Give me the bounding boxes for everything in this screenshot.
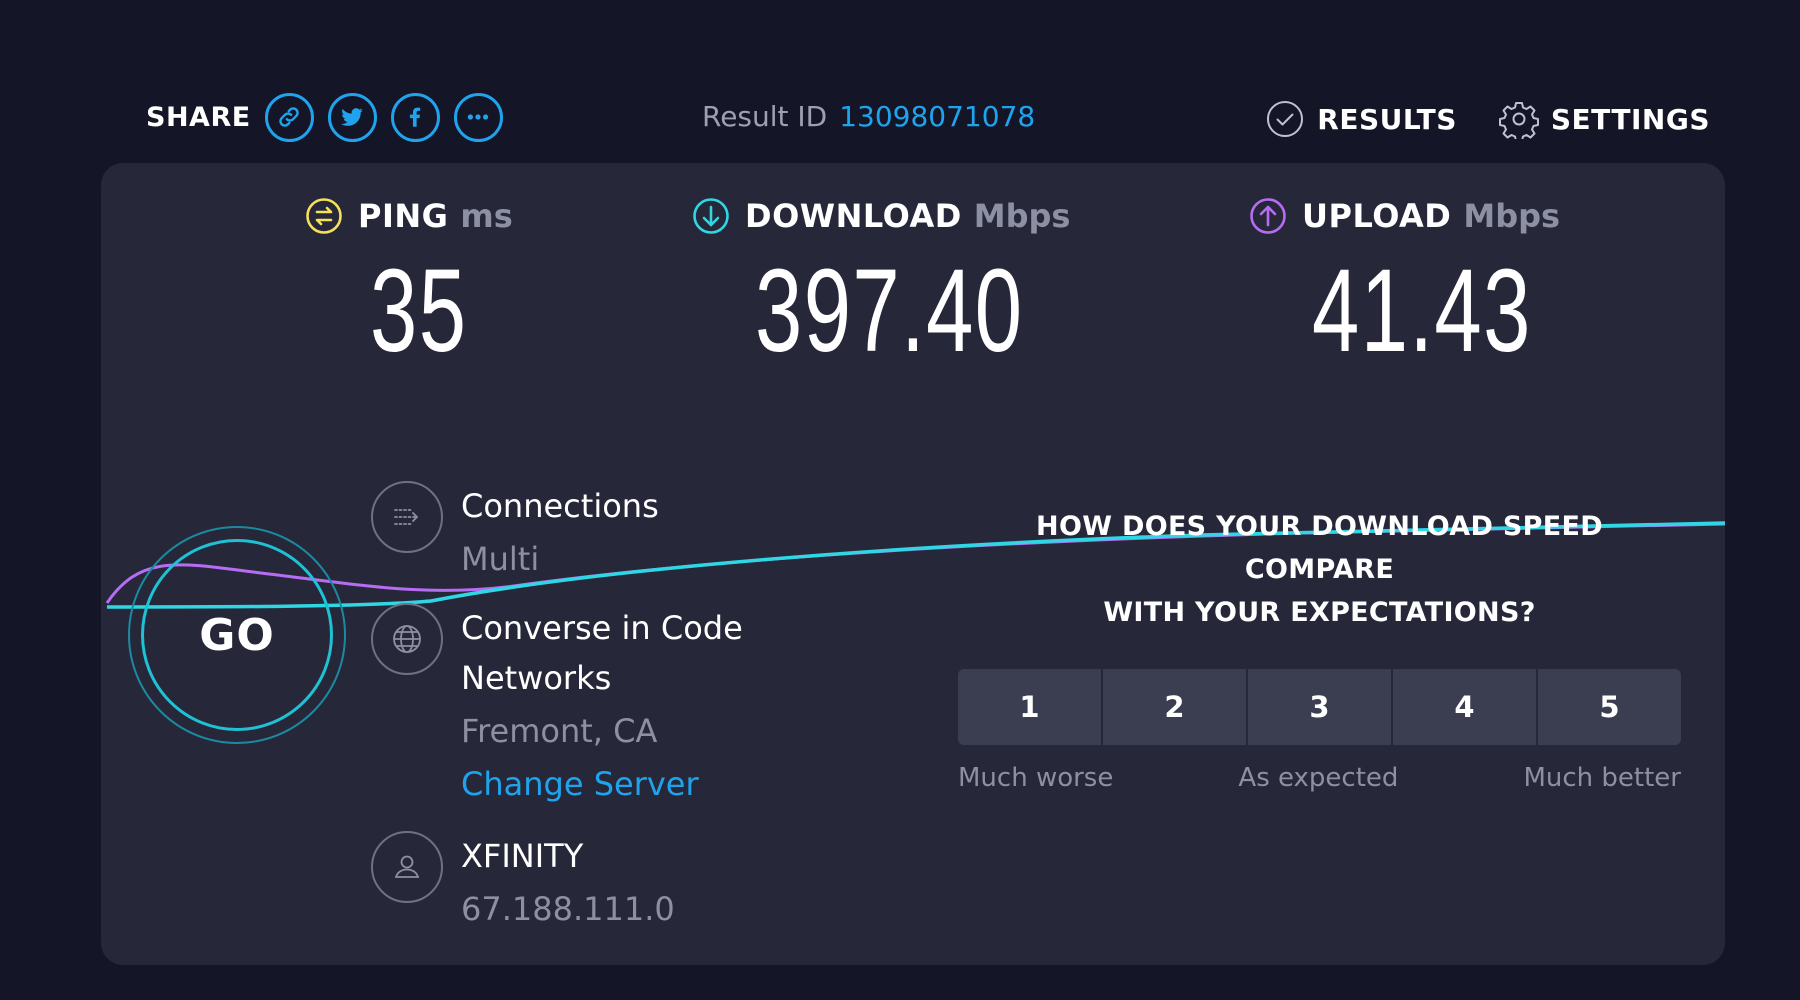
ping-metric: PING ms 35 <box>304 193 513 371</box>
expectation-survey: HOW DOES YOUR DOWNLOAD SPEED COMPARE WIT… <box>958 505 1681 793</box>
upload-value: 41.43 <box>1312 245 1532 377</box>
rating-scale: 1 2 3 4 5 <box>958 669 1681 745</box>
rating-option-3[interactable]: 3 <box>1246 669 1391 745</box>
isp-row: XFINITY 67.188.111.0 <box>371 831 675 937</box>
survey-question-line2: WITH YOUR EXPECTATIONS? <box>1103 597 1536 628</box>
share-facebook-button[interactable] <box>390 92 440 142</box>
scale-high-label: Much better <box>1523 763 1681 793</box>
ping-value: 35 <box>370 245 468 377</box>
upload-metric: UPLOAD Mbps 41.43 <box>1248 193 1617 371</box>
connections-icon-wrap[interactable] <box>371 481 443 553</box>
more-icon <box>468 114 489 120</box>
rating-scale-labels: Much worse As expected Much better <box>958 763 1681 793</box>
isp-ip: 67.188.111.0 <box>461 890 675 928</box>
server-name-line2: Networks <box>461 659 612 697</box>
connections-icon <box>394 509 419 525</box>
server-location: Fremont, CA <box>461 712 658 750</box>
results-label: RESULTS <box>1317 102 1457 136</box>
globe-icon <box>393 625 421 653</box>
survey-question-line1: HOW DOES YOUR DOWNLOAD SPEED COMPARE <box>1036 511 1603 585</box>
scale-mid-label: As expected <box>1238 763 1399 793</box>
rating-option-5[interactable]: 5 <box>1536 669 1681 745</box>
download-header: DOWNLOAD Mbps <box>691 193 1070 239</box>
settings-button[interactable]: SETTINGS <box>1498 99 1710 139</box>
scale-low-label: Much worse <box>958 763 1114 793</box>
ping-icon <box>306 198 342 234</box>
results-button[interactable]: RESULTS <box>1265 99 1457 139</box>
download-arrow-icon <box>693 198 729 234</box>
ping-unit: ms <box>460 197 513 235</box>
connections-title: Connections <box>461 487 659 525</box>
server-row: Converse in Code Networks Fremont, CA Ch… <box>371 603 743 809</box>
go-button[interactable]: GO <box>128 526 346 744</box>
connections-text: Connections Multi <box>461 481 659 587</box>
settings-label: SETTINGS <box>1550 102 1710 136</box>
results-panel: PING ms 35 DOWNLOAD Mbps 397.40 UPLOAD M <box>101 163 1725 965</box>
upload-arrow-icon <box>1250 198 1286 234</box>
change-server-link[interactable]: Change Server <box>461 759 743 809</box>
user-icon <box>394 855 420 878</box>
share-label: SHARE <box>146 101 251 133</box>
link-icon <box>279 107 299 127</box>
check-circle-icon <box>1267 101 1304 137</box>
result-id: Result ID 13098071078 <box>702 96 1035 136</box>
isp-name: XFINITY <box>461 837 584 875</box>
download-value: 397.40 <box>755 245 1024 377</box>
result-id-link[interactable]: 13098071078 <box>839 100 1035 133</box>
rating-option-2[interactable]: 2 <box>1101 669 1246 745</box>
share-link-button[interactable] <box>264 92 314 142</box>
facebook-icon <box>410 107 421 127</box>
server-icon-wrap <box>371 603 443 675</box>
gear-icon <box>1498 102 1539 139</box>
share-twitter-button[interactable] <box>327 92 377 142</box>
share-more-button[interactable] <box>453 92 503 142</box>
go-label: GO <box>199 609 275 661</box>
server-name-line1: Converse in Code <box>461 609 743 647</box>
download-label: DOWNLOAD <box>745 197 962 235</box>
twitter-icon <box>341 108 364 126</box>
rating-option-4[interactable]: 4 <box>1391 669 1536 745</box>
ping-header: PING ms <box>304 193 513 239</box>
isp-icon-wrap <box>371 831 443 903</box>
top-bar: SHARE Result ID 13098071078 RESULTS SETT… <box>0 0 1800 160</box>
server-text: Converse in Code Networks Fremont, CA Ch… <box>461 603 743 809</box>
connections-value: Multi <box>461 540 540 578</box>
upload-unit: Mbps <box>1463 197 1561 235</box>
survey-question: HOW DOES YOUR DOWNLOAD SPEED COMPARE WIT… <box>958 505 1681 634</box>
top-nav: RESULTS SETTINGS <box>1223 96 1710 142</box>
go-button-inner: GO <box>141 539 333 731</box>
rating-option-1[interactable]: 1 <box>958 669 1101 745</box>
share-group: SHARE <box>146 90 517 144</box>
isp-text: XFINITY 67.188.111.0 <box>461 831 675 937</box>
download-unit: Mbps <box>973 197 1071 235</box>
result-id-label: Result ID <box>702 99 828 133</box>
upload-label: UPLOAD <box>1302 197 1452 235</box>
upload-header: UPLOAD Mbps <box>1248 193 1560 239</box>
download-metric: DOWNLOAD Mbps 397.40 <box>691 193 1128 371</box>
ping-label: PING <box>358 197 449 235</box>
connections-row: Connections Multi <box>371 481 659 587</box>
